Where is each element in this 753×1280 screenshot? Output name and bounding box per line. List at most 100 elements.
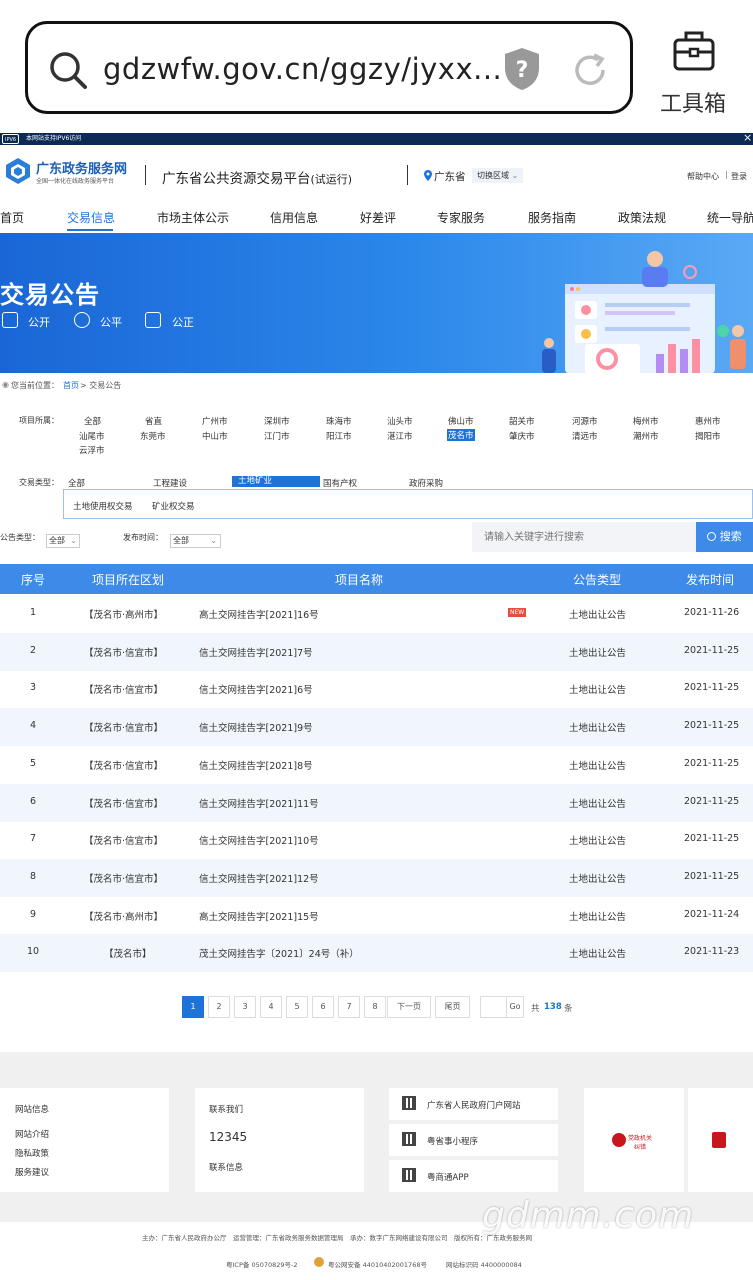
city-shaoguan[interactable]: 韶关市 (509, 415, 535, 427)
nav-home[interactable]: 首页 (0, 209, 24, 226)
login-link[interactable]: 登录 (731, 171, 747, 182)
page-button-current[interactable]: 1 (182, 996, 204, 1018)
city-qingyuan[interactable]: 清远市 (572, 430, 598, 442)
row-project-name[interactable]: 信土交网挂告字[2021]9号 (199, 720, 313, 734)
icp-text[interactable]: 粤ICP备 05070829号-2 (226, 1259, 298, 1269)
row-notice-type: 土地出让公告 (569, 949, 627, 961)
site-link-intro[interactable]: 网站介绍 (15, 1128, 49, 1140)
next-page-button[interactable]: 下一页 (387, 996, 431, 1018)
table-row[interactable]: 5 【茂名市·信宜市】 信土交网挂告字[2021]8号 土地出让公告 2021-11-2… (0, 746, 753, 784)
city-heyuan[interactable]: 河源市 (572, 415, 598, 427)
city-yangjiang[interactable]: 阳江市 (326, 430, 352, 442)
row-project-name[interactable]: 高土交网挂告字[2021]15号 (199, 909, 319, 923)
search-button[interactable]: 搜索 (696, 522, 753, 552)
page-button[interactable]: 8 (364, 996, 386, 1018)
nav-credit[interactable]: 信用信息 (270, 209, 318, 226)
page-jump-input[interactable] (480, 996, 507, 1018)
city-shantou[interactable]: 汕头市 (387, 415, 413, 427)
table-row[interactable]: 8 【茂名市·信宜市】 信土交网挂告字[2021]12号 土地出让公告 2021-11-… (0, 858, 753, 897)
sub-mining-rights[interactable]: 矿业权交易 (152, 500, 195, 512)
row-project-name[interactable]: 信土交网挂告字[2021]10号 (199, 833, 319, 847)
city-jieyang[interactable]: 揭阳市 (695, 430, 721, 442)
row-project-name[interactable]: 信土交网挂告字[2021]6号 (199, 682, 313, 696)
city-provincial[interactable]: 省直 (145, 415, 162, 427)
nav-rating[interactable]: 好差评 (360, 209, 396, 226)
city-huizhou[interactable]: 惠州市 (695, 415, 721, 427)
nav-market-subject[interactable]: 市场主体公示 (157, 209, 229, 226)
table-row[interactable]: 10 【茂名市】 茂土交网挂告字〔2021〕24号（补） 土地出让公告 2021-11-… (0, 934, 753, 973)
sub-land-use[interactable]: 土地使用权交易 (73, 500, 133, 512)
table-row[interactable]: 9 【茂名市·高州市】 高土交网挂告字[2021]15号 土地出让公告 2021-11-… (0, 897, 753, 935)
city-guangzhou[interactable]: 广州市 (202, 415, 228, 427)
city-zhongshan[interactable]: 中山市 (202, 430, 228, 442)
gd-logo-icon[interactable] (4, 157, 32, 185)
page-button[interactable]: 4 (260, 996, 282, 1018)
table-row[interactable]: 3 【茂名市·信宜市】 信土交网挂告字[2021]6号 土地出让公告 2021-11-2… (0, 670, 753, 708)
city-shanwei[interactable]: 汕尾市 (79, 430, 105, 442)
switch-region-button[interactable]: 切换区域 ⌄ (472, 168, 524, 183)
city-maoming-selected[interactable]: 茂名市 (447, 429, 475, 441)
police-text[interactable]: 粤公网安备 44010402001768号 (328, 1259, 427, 1269)
table-row[interactable]: 1 【茂名市·高州市】 高土交网挂告字[2021]16号 NEW 土地出让公告 2021-… (0, 595, 753, 633)
toolbox-label[interactable]: 工具箱 (660, 86, 726, 118)
url-text[interactable]: gdzwfw.gov.cn/ggzy/jyxx... (103, 52, 502, 86)
table-row[interactable]: 4 【茂名市·信宜市】 信土交网挂告字[2021]9号 土地出让公告 2021-11-2… (0, 708, 753, 747)
trade-all[interactable]: 全部 (68, 477, 85, 489)
breadcrumb-home[interactable]: 首页 (63, 380, 79, 391)
address-bar[interactable]: gdzwfw.gov.cn/ggzy/jyxx... ? (25, 21, 633, 114)
city-chaozhou[interactable]: 潮州市 (633, 430, 659, 442)
row-project-name[interactable]: 信土交网挂告字[2021]12号 (199, 871, 319, 885)
publish-time-select[interactable]: 全部 ⌄ (170, 534, 221, 548)
nav-guide[interactable]: 服务指南 (528, 209, 576, 226)
city-all[interactable]: 全部 (84, 415, 101, 427)
search-input[interactable] (472, 522, 696, 552)
nav-unified[interactable]: 统一导航 (707, 209, 753, 226)
city-zhuhai[interactable]: 珠海市 (326, 415, 352, 427)
contact-info-link[interactable]: 联系信息 (209, 1161, 243, 1173)
page-button[interactable]: 7 (338, 996, 360, 1018)
trade-gov-procurement[interactable]: 政府采购 (409, 477, 443, 489)
logo-title[interactable]: 广东政务服务网 (36, 158, 127, 177)
table-row[interactable]: 6 【茂名市·信宜市】 信土交网挂告字[2021]11号 土地出让公告 2021-11-… (0, 783, 753, 822)
city-dongguan[interactable]: 东莞市 (140, 430, 166, 442)
city-jiangmen[interactable]: 江门市 (264, 430, 290, 442)
qr-link-yst[interactable]: 粤商通APP (389, 1160, 558, 1192)
nav-policy[interactable]: 政策法规 (618, 209, 666, 226)
table-row[interactable]: 7 【茂名市·信宜市】 信土交网挂告字[2021]10号 土地出让公告 2021-11-… (0, 821, 753, 859)
page-button[interactable]: 5 (286, 996, 308, 1018)
site-link-privacy[interactable]: 隐私政策 (15, 1147, 49, 1159)
nav-trade-info[interactable]: 交易信息 (67, 209, 115, 226)
shield-question-icon[interactable]: ? (501, 46, 543, 92)
page-button[interactable]: 6 (312, 996, 334, 1018)
city-foshan[interactable]: 佛山市 (448, 415, 474, 427)
page-button[interactable]: 3 (234, 996, 256, 1018)
row-project-name[interactable]: 高土交网挂告字[2021]16号 (199, 607, 319, 621)
notice-type-select[interactable]: 全部 ⌄ (46, 534, 80, 548)
trade-state-property[interactable]: 国有产权 (323, 477, 357, 489)
row-project-name[interactable]: 信土交网挂告字[2021]8号 (199, 758, 313, 772)
party-gov-badge[interactable]: 党政机关 纠错 (584, 1088, 684, 1192)
city-yunfu[interactable]: 云浮市 (79, 444, 105, 456)
qr-link-yss[interactable]: 粤省事小程序 (389, 1124, 558, 1156)
toolbox-icon[interactable] (671, 27, 717, 73)
city-meizhou[interactable]: 梅州市 (633, 415, 659, 427)
last-page-button[interactable]: 尾页 (435, 996, 470, 1018)
row-project-name[interactable]: 信土交网挂告字[2021]7号 (199, 645, 313, 659)
site-link-suggest[interactable]: 服务建议 (15, 1166, 49, 1178)
go-button[interactable]: Go (506, 996, 524, 1018)
city-zhaoqing[interactable]: 肇庆市 (509, 430, 535, 442)
city-shenzhen[interactable]: 深圳市 (264, 415, 290, 427)
trade-land-mining-selected[interactable]: 土地矿业 (232, 476, 320, 487)
nav-expert[interactable]: 专家服务 (437, 209, 485, 226)
trade-construction[interactable]: 工程建设 (153, 477, 187, 489)
emblem-badge[interactable] (688, 1088, 753, 1192)
help-center-link[interactable]: 帮助中心 (687, 171, 719, 182)
city-zhanjiang[interactable]: 湛江市 (387, 430, 413, 442)
row-project-name[interactable]: 信土交网挂告字[2021]11号 (199, 796, 319, 810)
page-button[interactable]: 2 (208, 996, 230, 1018)
ipv6-close-icon[interactable]: × (743, 132, 752, 144)
reload-icon[interactable] (570, 50, 610, 90)
qr-link-gov[interactable]: 广东省人民政府门户网站 (389, 1088, 558, 1120)
table-row[interactable]: 2 【茂名市·信宜市】 信土交网挂告字[2021]7号 土地出让公告 2021-11-2… (0, 632, 753, 671)
row-project-name[interactable]: 茂土交网挂告字〔2021〕24号（补） (199, 946, 359, 960)
